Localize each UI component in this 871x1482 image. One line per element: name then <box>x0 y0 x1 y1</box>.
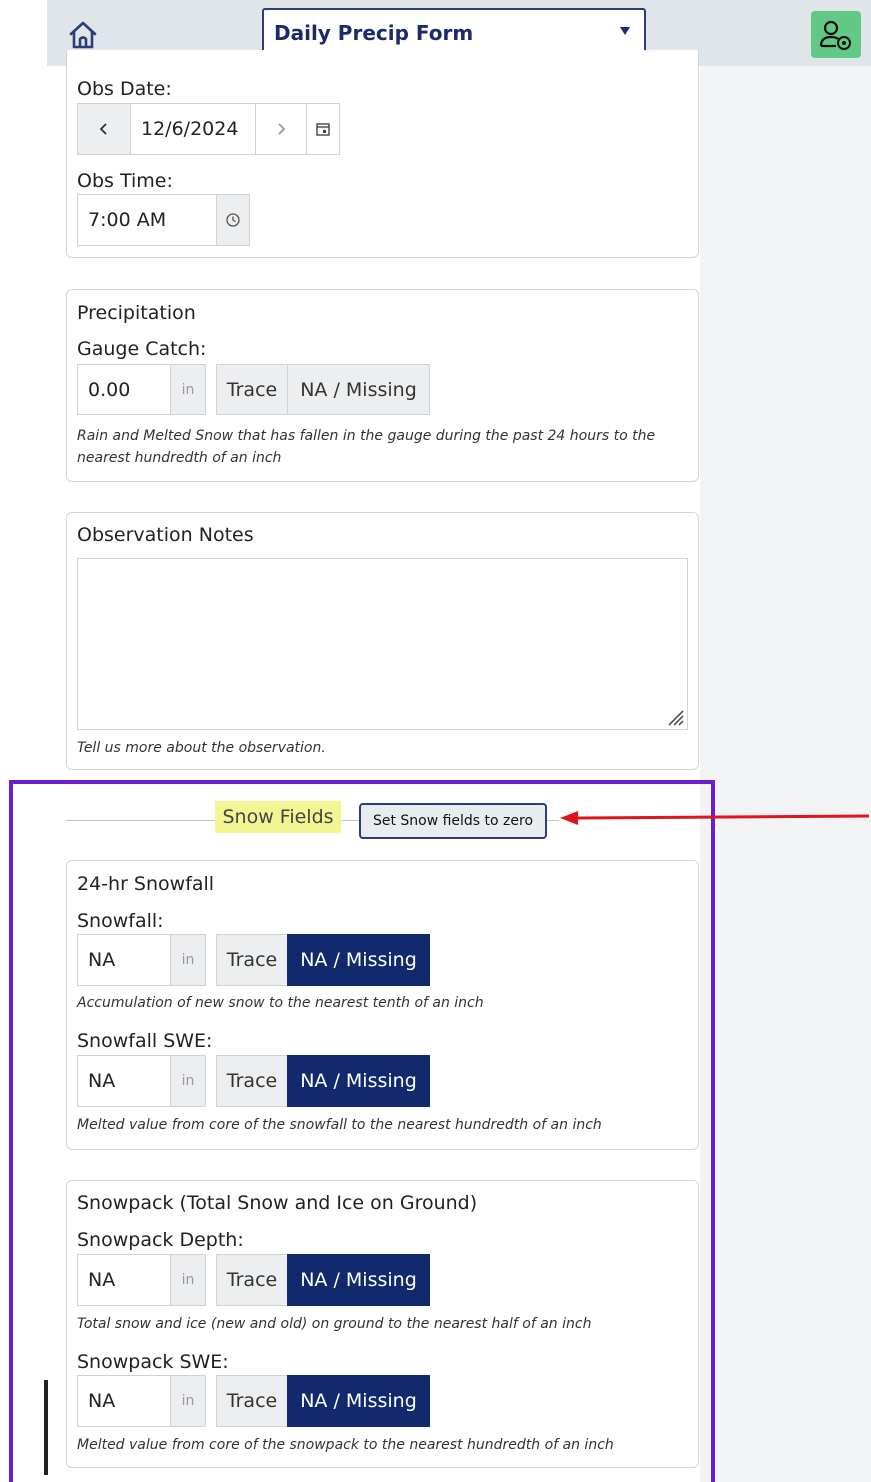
gauge-unit: in <box>170 364 206 415</box>
home-button[interactable] <box>64 16 102 54</box>
chevron-left-icon <box>99 123 107 135</box>
calendar-button[interactable] <box>306 103 340 155</box>
clock-icon <box>226 213 240 227</box>
obs-date-input[interactable]: 12/6/2024 <box>130 103 256 155</box>
na-missing-label: NA / Missing <box>300 378 417 401</box>
gauge-catch-value: 0.00 <box>88 378 131 401</box>
form-selector-label: Daily Precip Form <box>274 21 474 45</box>
precipitation-title: Precipitation <box>77 302 196 324</box>
snow-fields-highlight-frame <box>9 780 715 1482</box>
prev-date-button[interactable] <box>77 103 131 155</box>
gauge-catch-input[interactable]: 0.00 <box>77 364 171 415</box>
obs-date-label: Obs Date: <box>77 78 172 100</box>
user-gear-icon <box>819 20 851 50</box>
gauge-catch-help: Rain and Melted Snow that has fallen in … <box>77 428 656 466</box>
observation-notes-help: Tell us more about the observation. <box>77 740 326 756</box>
obs-time-label: Obs Time: <box>77 170 173 192</box>
home-icon <box>69 21 97 49</box>
observation-notes-title: Observation Notes <box>77 524 254 546</box>
user-settings-button[interactable] <box>811 11 861 58</box>
window-edge <box>44 1380 48 1475</box>
time-picker-button[interactable] <box>216 194 250 246</box>
next-date-button[interactable] <box>255 103 307 155</box>
gauge-na-button[interactable]: NA / Missing <box>287 364 430 415</box>
chevron-down-icon <box>620 27 630 35</box>
calendar-icon <box>316 123 330 136</box>
resize-handle-icon[interactable] <box>663 705 685 727</box>
observation-notes-textarea[interactable] <box>77 558 688 730</box>
gauge-trace-button[interactable]: Trace <box>216 364 288 415</box>
annotation-arrow-icon <box>560 811 870 825</box>
obs-time-input[interactable]: 7:00 AM <box>77 194 217 246</box>
unit-label: in <box>181 381 195 398</box>
chevron-right-icon <box>278 123 286 135</box>
right-background <box>700 66 871 1482</box>
trace-label: Trace <box>226 378 278 401</box>
obs-date-value: 12/6/2024 <box>141 118 239 140</box>
obs-time-value: 7:00 AM <box>88 209 167 231</box>
gauge-catch-label: Gauge Catch: <box>77 338 207 360</box>
